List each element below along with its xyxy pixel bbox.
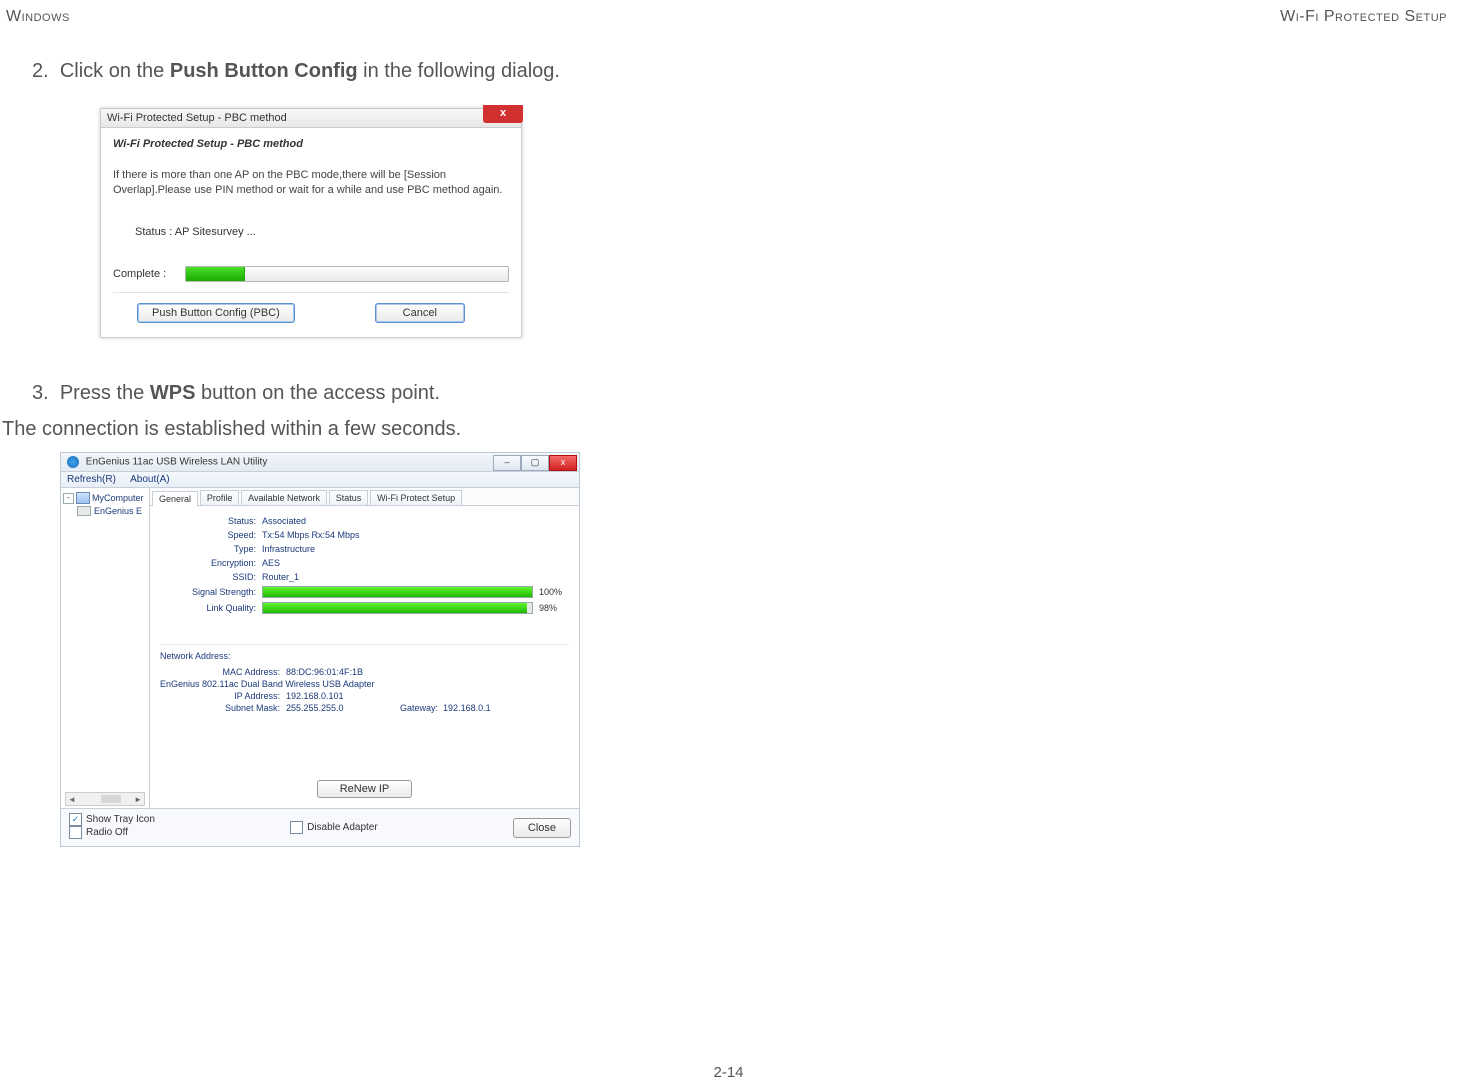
gateway-label: Gateway: [400, 703, 438, 713]
page-number: 2-14 [0, 1064, 1457, 1081]
status-label: Status: [160, 516, 262, 526]
complete-label: Complete : [113, 268, 177, 280]
menu-bar: Refresh(R) About(A) [61, 472, 579, 488]
wlan-utility-title: EnGenius 11ac USB Wireless LAN Utility [86, 457, 268, 468]
menu-about[interactable]: About(A) [130, 474, 169, 485]
speed-label: Speed: [160, 530, 262, 540]
close-button[interactable]: Close [513, 818, 571, 838]
renew-ip-button[interactable]: ReNew IP [317, 780, 413, 798]
show-tray-icon-label: Show Tray Icon [86, 814, 155, 825]
ssid-label: SSID: [160, 572, 262, 582]
tab-general[interactable]: General [152, 491, 198, 506]
pbc-dialog: Wi-Fi Protected Setup - PBC method x Wi-… [100, 108, 522, 338]
adapter-icon [77, 506, 91, 516]
scroll-left-icon[interactable]: ◄ [66, 795, 78, 804]
wlan-utility-titlebar: EnGenius 11ac USB Wireless LAN Utility –… [61, 453, 579, 472]
encryption-label: Encryption: [160, 558, 262, 568]
step-3-post: button on the access point. [195, 382, 440, 404]
checkbox-checked-icon: ✓ [69, 813, 82, 826]
subnet-value: 255.255.255.0 [286, 703, 344, 713]
push-button-config-button[interactable]: Push Button Config (PBC) [137, 303, 295, 323]
tree-root[interactable]: MyComputer [92, 493, 144, 503]
mac-value: 88:DC:96:01:4F:1B [286, 667, 363, 677]
minimize-icon[interactable]: – [493, 455, 521, 471]
network-address-title: Network Address: [160, 651, 569, 661]
ip-label: IP Address: [160, 691, 286, 701]
disable-adapter-label: Disable Adapter [307, 822, 378, 833]
ssid-value: Router_1 [262, 572, 299, 582]
mac-label: MAC Address: [160, 667, 286, 677]
tree-child[interactable]: EnGenius E [94, 506, 142, 516]
tab-available-network[interactable]: Available Network [241, 490, 327, 505]
pbc-dialog-title: Wi-Fi Protected Setup - PBC method [107, 112, 287, 124]
tab-body: Status:Associated Speed:Tx:54 Mbps Rx:54… [150, 506, 579, 808]
gateway-value: 192.168.0.1 [443, 703, 491, 713]
menu-refresh[interactable]: Refresh(R) [67, 474, 116, 485]
close-icon[interactable]: x [483, 105, 523, 123]
radio-off-checkbox[interactable]: Radio Off [69, 826, 128, 839]
pbc-dialog-titlebar: Wi-Fi Protected Setup - PBC method x [101, 109, 521, 128]
pbc-dialog-heading: Wi-Fi Protected Setup - PBC method [113, 138, 509, 150]
checkbox-unchecked-icon [69, 826, 82, 839]
subnet-label: Subnet Mask: [160, 703, 286, 713]
step-2-pre: Click on the [60, 60, 170, 82]
ip-value: 192.168.0.101 [286, 691, 344, 701]
computer-icon [76, 492, 90, 504]
progress-fill [186, 267, 245, 281]
step-2: 2. Click on the Push Button Config in th… [32, 60, 560, 83]
speed-value: Tx:54 Mbps Rx:54 Mbps [262, 530, 360, 540]
step-3-num: 3. [32, 382, 49, 404]
link-quality-pct: 98% [539, 603, 569, 613]
signal-strength-label: Signal Strength: [160, 587, 262, 597]
step-3: 3. Press the WPS button on the access po… [32, 382, 440, 405]
link-quality-label: Link Quality: [160, 603, 262, 613]
maximize-icon[interactable]: ▢ [521, 455, 549, 471]
step-3-pre: Press the [60, 382, 150, 404]
scroll-thumb[interactable] [101, 795, 121, 803]
disable-adapter-checkbox[interactable]: Disable Adapter [290, 821, 378, 834]
close-icon[interactable]: x [549, 455, 577, 471]
show-tray-icon-checkbox[interactable]: ✓ Show Tray Icon [69, 813, 155, 826]
bottom-bar: ✓ Show Tray Icon Radio Off Disable Adapt… [61, 808, 579, 846]
step-2-bold: Push Button Config [170, 60, 358, 82]
wlan-utility-window: EnGenius 11ac USB Wireless LAN Utility –… [60, 452, 580, 847]
type-label: Type: [160, 544, 262, 554]
header-left: Windows [6, 8, 70, 26]
app-icon [67, 456, 79, 468]
step-3-bold: WPS [150, 382, 196, 404]
tab-profile[interactable]: Profile [200, 490, 240, 505]
encryption-value: AES [262, 558, 280, 568]
progress-bar [185, 266, 509, 282]
checkbox-unchecked-icon [290, 821, 303, 834]
pbc-dialog-status: Status : AP Sitesurvey ... [135, 226, 509, 238]
status-value: Associated [262, 516, 306, 526]
tab-status[interactable]: Status [329, 490, 369, 505]
device-tree[interactable]: - MyComputer EnGenius E ◄ ► [61, 488, 150, 808]
scroll-right-icon[interactable]: ► [132, 795, 144, 804]
cancel-button[interactable]: Cancel [375, 303, 465, 323]
signal-strength-bar [262, 586, 533, 598]
radio-off-label: Radio Off [86, 827, 128, 838]
tab-strip: General Profile Available Network Status… [150, 488, 579, 506]
link-quality-fill [263, 603, 527, 613]
tree-collapse-icon[interactable]: - [63, 493, 74, 504]
signal-strength-fill [263, 587, 532, 597]
step-2-num: 2. [32, 60, 49, 82]
step-2-post: in the following dialog. [358, 60, 560, 82]
pbc-dialog-info: If there is more than one AP on the PBC … [113, 168, 509, 198]
adapter-name: EnGenius 802.11ac Dual Band Wireless USB… [160, 679, 374, 689]
signal-strength-pct: 100% [539, 587, 569, 597]
tab-wps[interactable]: Wi-Fi Protect Setup [370, 490, 462, 505]
connection-line: The connection is established within a f… [2, 418, 461, 441]
type-value: Infrastructure [262, 544, 315, 554]
link-quality-bar [262, 602, 533, 614]
header-right: Wi-Fi Protected Setup [1280, 8, 1447, 26]
tree-scrollbar[interactable]: ◄ ► [65, 792, 145, 806]
